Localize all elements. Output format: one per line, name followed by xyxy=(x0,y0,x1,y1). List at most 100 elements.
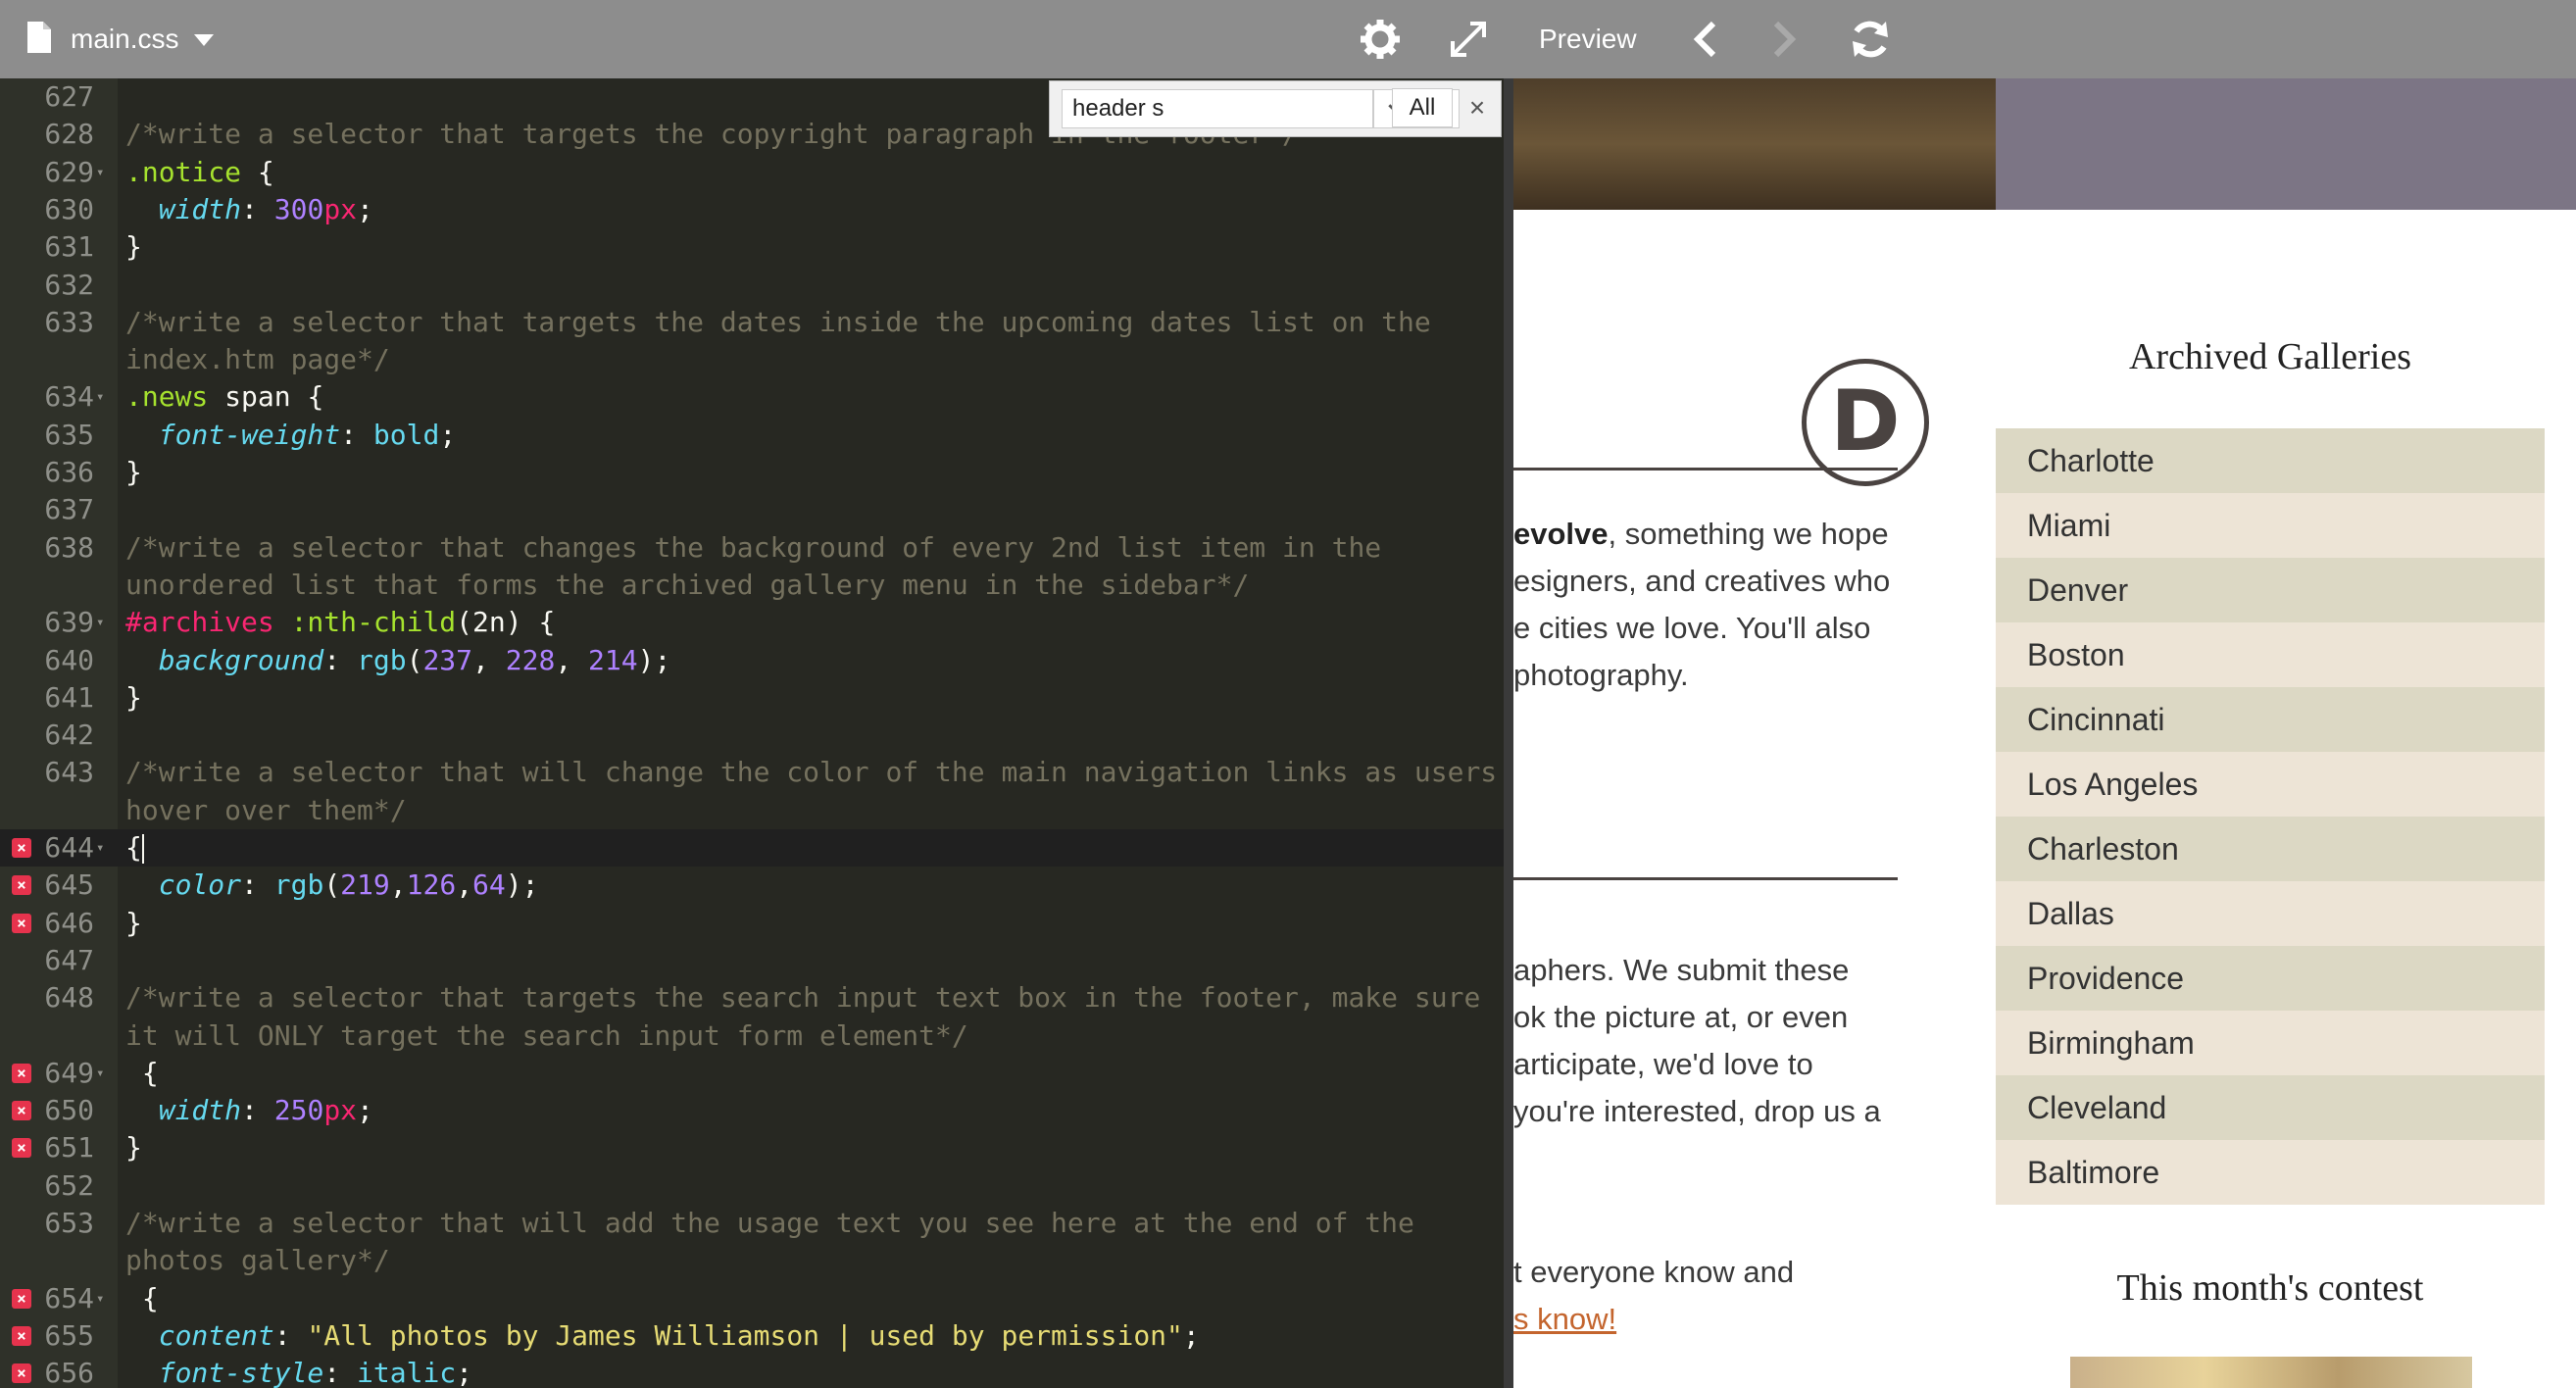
gallery-link[interactable]: Cincinnati xyxy=(1996,687,2545,752)
code-line[interactable]: 632 xyxy=(0,267,1504,304)
code-line[interactable]: × 654 ▾ { xyxy=(0,1280,1504,1317)
gallery-link[interactable]: Baltimore xyxy=(1996,1140,2545,1205)
code-text: } xyxy=(125,230,142,264)
line-number: 646 xyxy=(44,906,94,939)
gallery-link[interactable]: Cleveland xyxy=(1996,1075,2545,1140)
gallery-link[interactable]: Charlotte xyxy=(1996,428,2545,493)
refresh-icon[interactable] xyxy=(1847,16,1894,63)
line-number: 647 xyxy=(44,943,94,976)
code-line[interactable]: 653 /*write a selector that will add the … xyxy=(0,1205,1504,1242)
paragraph-line: evolve, something we hope xyxy=(1513,517,1889,551)
code-text: width: 250px; xyxy=(158,1094,373,1127)
code-line[interactable]: 642 xyxy=(0,717,1504,754)
code-line[interactable]: unordered list that forms the archived g… xyxy=(0,567,1504,604)
code-line[interactable]: × 646} xyxy=(0,905,1504,942)
find-all-button[interactable]: All xyxy=(1392,88,1453,127)
code-line[interactable]: 634 ▾ .news span { xyxy=(0,378,1504,416)
search-input[interactable] xyxy=(1062,89,1373,128)
file-name[interactable]: main.css xyxy=(71,20,178,59)
code-line[interactable]: hover over them*/ xyxy=(0,792,1504,829)
line-number: 633 xyxy=(44,305,94,338)
code-line[interactable]: 640 background: rgb(237, 228, 214); xyxy=(0,642,1504,679)
fold-toggle-icon[interactable]: ▾ xyxy=(96,154,112,191)
code-line[interactable]: × 655 content: "All photos by James Willi… xyxy=(0,1317,1504,1355)
code-text: .notice { xyxy=(125,155,274,188)
gallery-link[interactable]: Los Angeles xyxy=(1996,752,2545,817)
code-text: content: "All photos by James Williamson… xyxy=(158,1318,1200,1352)
code-line[interactable]: 631} xyxy=(0,228,1504,266)
code-text: #archives :nth-child(2n) { xyxy=(125,606,556,639)
line-number: 654 xyxy=(44,1281,94,1314)
expand-icon[interactable] xyxy=(1447,18,1490,61)
code-editor[interactable]: 627 628 /*write a selector that targets th… xyxy=(0,78,1504,1388)
line-number: 642 xyxy=(44,719,94,752)
line-number: 627 xyxy=(44,80,94,113)
close-icon[interactable]: × xyxy=(1461,90,1494,125)
code-line[interactable]: × 656 font-style: italic; xyxy=(0,1355,1504,1388)
code-line[interactable]: 643 /*write a selector that will change t… xyxy=(0,754,1504,791)
code-line[interactable]: × 650 width: 250px; xyxy=(0,1092,1504,1129)
code-line[interactable]: 635 font-weight: bold; xyxy=(0,417,1504,454)
pane-splitter[interactable] xyxy=(1504,78,1513,1388)
fold-toggle-icon[interactable]: ▾ xyxy=(96,1055,112,1092)
line-number: 655 xyxy=(44,1318,94,1352)
paragraph-line: photography. xyxy=(1513,658,1689,692)
gallery-link[interactable]: Dallas xyxy=(1996,881,2545,946)
code-line[interactable]: 639 ▾ #archives :nth-child(2n) { xyxy=(0,604,1504,641)
code-text: /*write a selector that will change the … xyxy=(125,756,1498,789)
paragraph-line: aphers. We submit these xyxy=(1513,953,1850,987)
code-text: /*write a selector that changes the back… xyxy=(125,530,1382,564)
code-line[interactable]: index.htm page*/ xyxy=(0,341,1504,378)
gallery-link[interactable]: Boston xyxy=(1996,622,2545,687)
code-line[interactable]: 641} xyxy=(0,679,1504,717)
code-line[interactable]: 647 xyxy=(0,942,1504,979)
code-line[interactable]: 638 /*write a selector that changes the b… xyxy=(0,529,1504,567)
code-line[interactable]: 636} xyxy=(0,454,1504,491)
code-text: width: 300px; xyxy=(158,192,373,225)
code-line[interactable]: 652 xyxy=(0,1167,1504,1205)
gallery-link[interactable]: Denver xyxy=(1996,558,2545,622)
preview-pane[interactable]: D evolve, something we hope esigners, and… xyxy=(1513,78,2576,1388)
code-line[interactable]: 629 ▾ .notice { xyxy=(0,154,1504,191)
line-number: 640 xyxy=(44,643,94,676)
chevron-right-icon[interactable] xyxy=(1764,18,1804,61)
line-number: 652 xyxy=(44,1168,94,1202)
line-number: 634 xyxy=(44,380,94,414)
fold-toggle-icon[interactable]: ▾ xyxy=(96,604,112,641)
code-line[interactable]: 648 /*write a selector that targets the s… xyxy=(0,979,1504,1016)
code-line[interactable]: 630 width: 300px; xyxy=(0,191,1504,228)
file-icon xyxy=(27,22,51,53)
code-line[interactable]: × 649 ▾ { xyxy=(0,1055,1504,1092)
let-us-know-link[interactable]: s know! xyxy=(1513,1302,1616,1336)
line-number: 628 xyxy=(44,118,94,151)
line-number: 639 xyxy=(44,606,94,639)
code-text: .news span { xyxy=(125,380,324,414)
chevron-down-icon[interactable] xyxy=(194,34,214,46)
gallery-link[interactable]: Miami xyxy=(1996,493,2545,558)
gallery-link[interactable]: Birmingham xyxy=(1996,1011,2545,1075)
divider xyxy=(1513,877,1898,880)
code-line[interactable]: it will ONLY target the search input for… xyxy=(0,1017,1504,1055)
chevron-left-icon[interactable] xyxy=(1686,18,1725,61)
line-number: 635 xyxy=(44,418,94,451)
gear-icon[interactable] xyxy=(1359,18,1402,61)
code-text: photos gallery*/ xyxy=(125,1244,390,1277)
fold-toggle-icon[interactable]: ▾ xyxy=(96,829,112,867)
code-line[interactable]: × 651} xyxy=(0,1129,1504,1166)
line-number: 636 xyxy=(44,456,94,488)
code-line[interactable]: 633 /*write a selector that targets the d… xyxy=(0,304,1504,341)
code-line[interactable]: photos gallery*/ xyxy=(0,1242,1504,1279)
code-line[interactable]: × 645 color: rgb(219,126,64); xyxy=(0,867,1504,904)
contest-image[interactable] xyxy=(2070,1357,2472,1388)
line-number: 651 xyxy=(44,1131,94,1165)
code-text: font-style: italic; xyxy=(158,1357,473,1388)
gallery-link[interactable]: Charleston xyxy=(1996,817,2545,881)
code-text: background: rgb(237, 228, 214); xyxy=(158,643,671,676)
line-number: 630 xyxy=(44,192,94,225)
gallery-link[interactable]: Providence xyxy=(1996,946,2545,1011)
code-line[interactable]: × 644 ▾{ xyxy=(0,829,1504,867)
code-line[interactable]: 637 xyxy=(0,491,1504,528)
fold-toggle-icon[interactable]: ▾ xyxy=(96,1280,112,1317)
fold-toggle-icon[interactable]: ▾ xyxy=(96,378,112,416)
line-number: 637 xyxy=(44,493,94,526)
